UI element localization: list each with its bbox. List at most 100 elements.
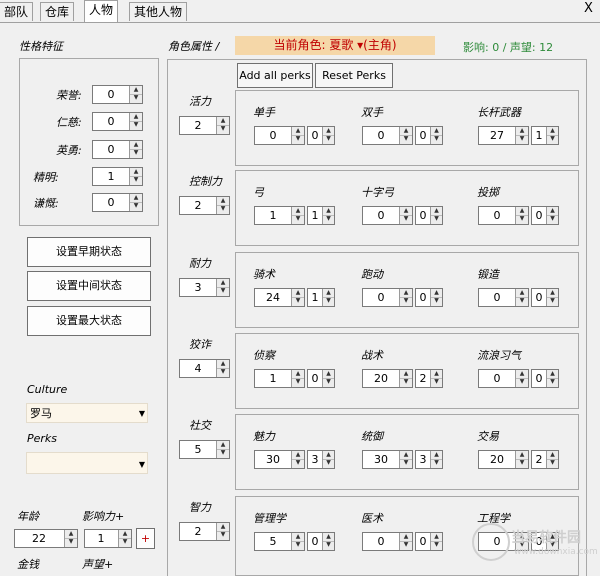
skill-focus-spinner[interactable]: 2 ▲ ▼: [531, 450, 559, 469]
attribute-spinner[interactable]: 2 ▲ ▼: [179, 522, 230, 541]
down-arrow-icon[interactable]: ▼: [65, 538, 77, 546]
down-arrow-icon[interactable]: ▼: [217, 287, 229, 295]
skill-focus-spinner[interactable]: 2 ▲ ▼: [415, 369, 443, 388]
down-arrow-icon[interactable]: ▼: [516, 459, 528, 467]
add-all-perks-button[interactable]: Add all perks: [237, 63, 313, 88]
skill-focus-spinner[interactable]: 0 ▲ ▼: [415, 288, 443, 307]
skill-value-spinner[interactable]: 24 ▲ ▼: [254, 288, 305, 307]
trait-spinner[interactable]: 1 ▲ ▼: [92, 167, 143, 186]
skill-value-spinner[interactable]: 0 ▲ ▼: [362, 126, 413, 145]
down-arrow-icon[interactable]: ▼: [323, 297, 334, 305]
skill-focus-spinner[interactable]: 0 ▲ ▼: [307, 126, 335, 145]
down-arrow-icon[interactable]: ▼: [431, 135, 442, 143]
skill-value-spinner[interactable]: 1 ▲ ▼: [254, 369, 305, 388]
attribute-spinner[interactable]: 3 ▲ ▼: [179, 278, 230, 297]
skill-focus-spinner[interactable]: 3 ▲ ▼: [307, 450, 335, 469]
down-arrow-icon[interactable]: ▼: [217, 205, 229, 213]
down-arrow-icon[interactable]: ▼: [400, 215, 412, 223]
skill-value-spinner[interactable]: 5 ▲ ▼: [254, 532, 305, 551]
tab-inventory[interactable]: 仓库: [40, 2, 75, 21]
skill-focus-spinner[interactable]: 0 ▲ ▼: [307, 369, 335, 388]
down-arrow-icon[interactable]: ▼: [217, 125, 229, 133]
tab-other-characters[interactable]: 其他人物: [129, 2, 188, 21]
down-arrow-icon[interactable]: ▼: [547, 297, 558, 305]
skill-value-spinner[interactable]: 0 ▲ ▼: [478, 369, 529, 388]
skill-focus-spinner[interactable]: 0 ▲ ▼: [415, 126, 443, 145]
down-arrow-icon[interactable]: ▼: [292, 135, 304, 143]
down-arrow-icon[interactable]: ▼: [400, 459, 412, 467]
down-arrow-icon[interactable]: ▼: [292, 297, 304, 305]
perks-select[interactable]: ▼: [26, 452, 148, 474]
down-arrow-icon[interactable]: ▼: [516, 297, 528, 305]
down-arrow-icon[interactable]: ▼: [323, 378, 334, 386]
down-arrow-icon[interactable]: ▼: [547, 135, 558, 143]
skill-value-spinner[interactable]: 0 ▲ ▼: [478, 288, 529, 307]
skill-focus-spinner[interactable]: 0 ▲ ▼: [531, 369, 559, 388]
down-arrow-icon[interactable]: ▼: [400, 297, 412, 305]
influence-spinner[interactable]: 1 ▲ ▼: [84, 529, 132, 548]
skill-focus-spinner[interactable]: 0 ▲ ▼: [307, 532, 335, 551]
trait-spinner[interactable]: 0 ▲ ▼: [92, 140, 143, 159]
skill-value-spinner[interactable]: 20 ▲ ▼: [478, 450, 529, 469]
set-mid-state-button[interactable]: 设置中间状态: [27, 271, 151, 301]
down-arrow-icon[interactable]: ▼: [217, 531, 229, 539]
down-arrow-icon[interactable]: ▼: [400, 378, 412, 386]
down-arrow-icon[interactable]: ▼: [323, 541, 334, 549]
down-arrow-icon[interactable]: ▼: [130, 202, 142, 210]
down-arrow-icon[interactable]: ▼: [516, 135, 528, 143]
down-arrow-icon[interactable]: ▼: [292, 378, 304, 386]
skill-value-spinner[interactable]: 0 ▲ ▼: [362, 206, 413, 225]
culture-select[interactable]: 罗马 ▼: [26, 403, 148, 423]
attribute-spinner[interactable]: 2 ▲ ▼: [179, 116, 230, 135]
tab-character[interactable]: 人物: [84, 0, 119, 22]
trait-spinner[interactable]: 0 ▲ ▼: [92, 193, 143, 212]
down-arrow-icon[interactable]: ▼: [400, 541, 412, 549]
down-arrow-icon[interactable]: ▼: [516, 215, 528, 223]
down-arrow-icon[interactable]: ▼: [547, 215, 558, 223]
down-arrow-icon[interactable]: ▼: [130, 121, 142, 129]
skill-value-spinner[interactable]: 0 ▲ ▼: [254, 126, 305, 145]
down-arrow-icon[interactable]: ▼: [400, 135, 412, 143]
skill-value-spinner[interactable]: 30 ▲ ▼: [254, 450, 305, 469]
down-arrow-icon[interactable]: ▼: [516, 378, 528, 386]
set-max-state-button[interactable]: 设置最大状态: [27, 306, 151, 336]
tab-troops[interactable]: 部队: [0, 2, 34, 21]
skill-value-spinner[interactable]: 20 ▲ ▼: [362, 369, 413, 388]
close-button[interactable]: X: [584, 1, 593, 16]
down-arrow-icon[interactable]: ▼: [130, 176, 142, 184]
current-role-selector[interactable]: 当前角色: 夏歌 ▾(主角): [235, 36, 435, 55]
skill-value-spinner[interactable]: 1 ▲ ▼: [254, 206, 305, 225]
skill-focus-spinner[interactable]: 0 ▲ ▼: [415, 206, 443, 225]
down-arrow-icon[interactable]: ▼: [547, 459, 558, 467]
down-arrow-icon[interactable]: ▼: [292, 459, 304, 467]
down-arrow-icon[interactable]: ▼: [431, 378, 442, 386]
reset-perks-button[interactable]: Reset Perks: [315, 63, 393, 88]
skill-focus-spinner[interactable]: 0 ▲ ▼: [531, 206, 559, 225]
down-arrow-icon[interactable]: ▼: [323, 215, 334, 223]
down-arrow-icon[interactable]: ▼: [431, 215, 442, 223]
skill-focus-spinner[interactable]: 3 ▲ ▼: [415, 450, 443, 469]
down-arrow-icon[interactable]: ▼: [130, 94, 142, 102]
skill-value-spinner[interactable]: 0 ▲ ▼: [362, 288, 413, 307]
skill-value-spinner[interactable]: 27 ▲ ▼: [478, 126, 529, 145]
set-early-state-button[interactable]: 设置早期状态: [27, 237, 151, 267]
skill-value-spinner[interactable]: 0 ▲ ▼: [362, 532, 413, 551]
down-arrow-icon[interactable]: ▼: [292, 541, 304, 549]
attribute-spinner[interactable]: 2 ▲ ▼: [179, 196, 230, 215]
down-arrow-icon[interactable]: ▼: [217, 368, 229, 376]
add-influence-button[interactable]: +: [136, 528, 155, 549]
trait-spinner[interactable]: 0 ▲ ▼: [92, 85, 143, 104]
down-arrow-icon[interactable]: ▼: [323, 135, 334, 143]
down-arrow-icon[interactable]: ▼: [119, 538, 131, 546]
down-arrow-icon[interactable]: ▼: [292, 215, 304, 223]
skill-focus-spinner[interactable]: 0 ▲ ▼: [415, 532, 443, 551]
skill-focus-spinner[interactable]: 1 ▲ ▼: [307, 288, 335, 307]
skill-focus-spinner[interactable]: 1 ▲ ▼: [307, 206, 335, 225]
down-arrow-icon[interactable]: ▼: [547, 378, 558, 386]
skill-focus-spinner[interactable]: 0 ▲ ▼: [531, 288, 559, 307]
skill-focus-spinner[interactable]: 1 ▲ ▼: [531, 126, 559, 145]
down-arrow-icon[interactable]: ▼: [431, 459, 442, 467]
trait-spinner[interactable]: 0 ▲ ▼: [92, 112, 143, 131]
down-arrow-icon[interactable]: ▼: [217, 449, 229, 457]
down-arrow-icon[interactable]: ▼: [130, 149, 142, 157]
